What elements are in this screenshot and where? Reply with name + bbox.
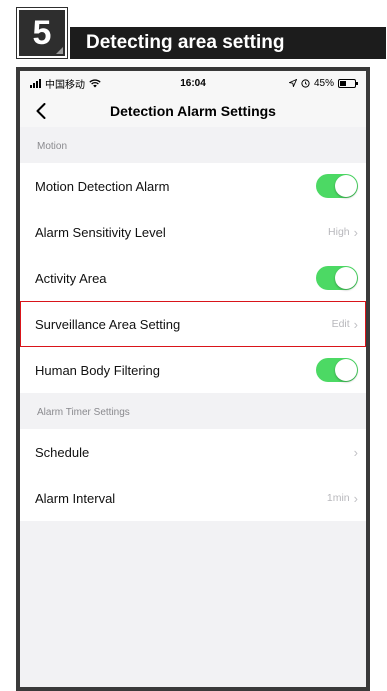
step-number: 5	[32, 13, 52, 52]
alarm-lock-icon	[301, 78, 310, 88]
step-number-badge: 5	[16, 7, 68, 59]
badge-corner-decoration	[56, 47, 63, 54]
status-bar: 中国移动 16:04 45%	[20, 71, 366, 95]
setting-value-text: High	[328, 226, 350, 238]
setting-row-alarm-sensitivity-level[interactable]: Alarm Sensitivity Level High ›	[20, 209, 366, 255]
setting-label: Alarm Sensitivity Level	[35, 224, 166, 240]
status-time: 16:04	[180, 77, 206, 89]
setting-label: Motion Detection Alarm	[35, 178, 170, 194]
battery-icon	[338, 78, 359, 88]
navigation-bar: Detection Alarm Settings	[20, 95, 366, 127]
status-right: 45%	[247, 77, 359, 89]
setting-value: 1min ›	[327, 491, 358, 506]
setting-row-surveillance-area-setting[interactable]: Surveillance Area Setting Edit ›	[20, 301, 366, 347]
toggle-switch[interactable]	[316, 266, 358, 290]
setting-value: Edit ›	[332, 317, 358, 332]
setting-label: Alarm Interval	[35, 490, 116, 506]
step-title-bar: Detecting area setting	[70, 27, 386, 59]
setting-value-text: 1min	[326, 492, 350, 504]
settings-list: Motion Motion Detection Alarm Alarm Sensit…	[20, 127, 366, 521]
chevron-right-icon: ›	[353, 224, 358, 240]
chevron-right-icon: ›	[353, 316, 358, 332]
setting-label: Surveillance Area Setting	[35, 316, 181, 332]
setting-value: ›	[350, 445, 358, 460]
toggle-switch[interactable]	[316, 174, 358, 198]
chevron-right-icon: ›	[353, 490, 358, 506]
toggle-knob	[335, 175, 357, 197]
setting-row-schedule[interactable]: Schedule ›	[20, 429, 366, 475]
back-button[interactable]	[30, 99, 52, 123]
setting-row-human-body-filtering[interactable]: Human Body Filtering	[20, 347, 366, 393]
chevron-left-icon	[36, 103, 46, 119]
signal-icon	[30, 78, 41, 88]
page-title: Detection Alarm Settings	[110, 103, 276, 119]
phone-frame: 中国移动 16:04 45% Detection Alarm Settings …	[16, 67, 370, 691]
section-header-motion: Motion	[37, 141, 68, 152]
setting-value-text: Edit	[331, 318, 350, 330]
setting-row-activity-area[interactable]: Activity Area	[20, 255, 366, 301]
carrier-name: 中国移动	[45, 79, 85, 91]
phone-screen: 中国移动 16:04 45% Detection Alarm Settings …	[20, 71, 366, 687]
setting-label: Activity Area	[35, 270, 107, 286]
toggle-knob	[335, 267, 357, 289]
step-title: Detecting area setting	[86, 32, 285, 53]
setting-label: Schedule	[35, 444, 90, 460]
section-header-alarm-timer-settings: Alarm Timer Settings	[37, 407, 130, 418]
location-arrow-icon	[289, 79, 297, 87]
setting-row-alarm-interval[interactable]: Alarm Interval 1min ›	[20, 475, 366, 521]
setting-row-motion-detection-alarm[interactable]: Motion Detection Alarm	[20, 163, 366, 209]
chevron-right-icon: ›	[353, 444, 358, 460]
wifi-icon	[89, 78, 101, 87]
toggle-switch[interactable]	[316, 358, 358, 382]
setting-value: High ›	[328, 225, 358, 240]
battery-percent: 45%	[314, 77, 335, 89]
toggle-knob	[335, 359, 357, 381]
setting-label: Human Body Filtering	[35, 362, 160, 378]
status-left: 中国移动	[30, 76, 139, 91]
